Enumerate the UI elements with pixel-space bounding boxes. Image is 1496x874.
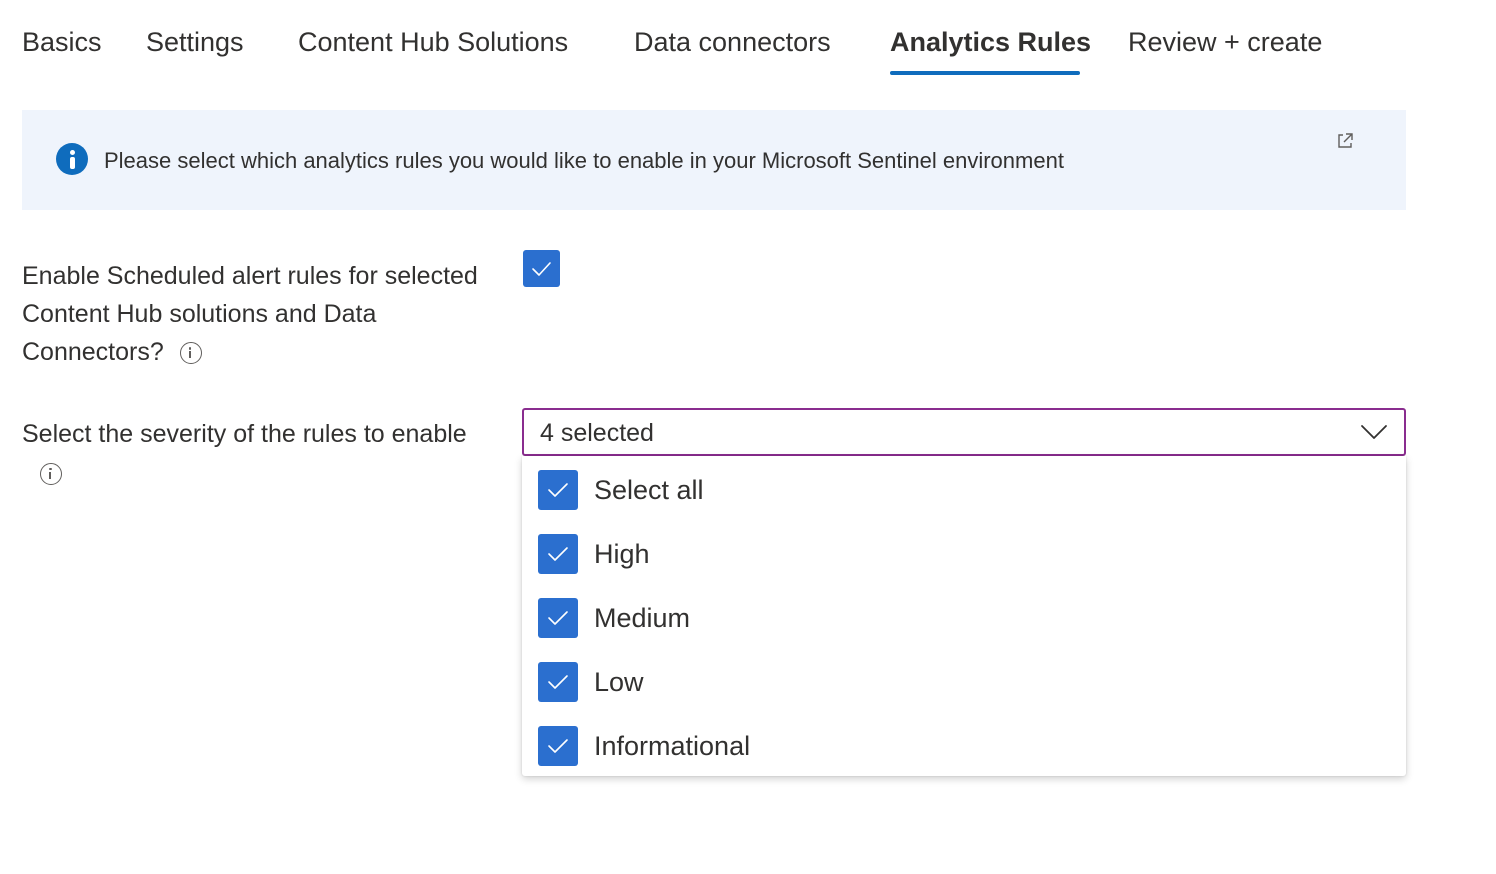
tab-content-hub-solutions[interactable]: Content Hub Solutions <box>298 24 568 60</box>
checkmark-icon <box>548 547 568 561</box>
info-circle-icon[interactable] <box>179 342 202 365</box>
info-icon <box>56 143 88 175</box>
checkmark-icon <box>548 739 568 753</box>
severity-label: Select the severity of the rules to enab… <box>22 420 467 448</box>
severity-dropdown-value: 4 selected <box>540 419 654 447</box>
option-medium[interactable]: Medium <box>522 584 1406 648</box>
info-circle-icon[interactable] <box>40 463 62 485</box>
tab-basics[interactable]: Basics <box>22 24 102 60</box>
chevron-down-icon <box>1361 425 1387 439</box>
tab-settings[interactable]: Settings <box>146 24 244 60</box>
option-low[interactable]: Low <box>522 648 1406 712</box>
option-label: Low <box>594 667 644 697</box>
wizard-tabs: Basics Settings Content Hub Solutions Da… <box>0 0 1496 80</box>
tab-review-create[interactable]: Review + create <box>1128 24 1322 60</box>
checkmark-icon <box>548 675 568 689</box>
enable-rules-checkbox[interactable] <box>523 250 560 287</box>
enable-rules-label: Enable Scheduled alert rules for selecte… <box>22 257 502 371</box>
checkmark-icon <box>548 611 568 625</box>
enable-rules-label-text: Enable Scheduled alert rules for selecte… <box>22 262 478 366</box>
checkmark-icon <box>532 262 551 276</box>
severity-dropdown[interactable]: 4 selected <box>522 408 1406 456</box>
high-checkbox[interactable] <box>538 534 578 574</box>
external-link-icon[interactable] <box>1336 132 1354 150</box>
low-checkbox[interactable] <box>538 662 578 702</box>
option-label: Select all <box>594 475 704 505</box>
select-all-checkbox[interactable] <box>538 470 578 510</box>
active-tab-indicator <box>890 71 1080 75</box>
option-select-all[interactable]: Select all <box>522 456 1406 520</box>
option-high[interactable]: High <box>522 520 1406 584</box>
option-label: Medium <box>594 603 691 633</box>
analytics-rules-page: Basics Settings Content Hub Solutions Da… <box>0 0 1496 874</box>
medium-checkbox[interactable] <box>538 598 578 638</box>
severity-options-list: Select all High Medium Low Informational <box>522 456 1406 776</box>
checkmark-icon <box>548 483 568 497</box>
info-banner: Please select which analytics rules you … <box>22 110 1406 210</box>
option-label: High <box>594 539 650 569</box>
option-informational[interactable]: Informational <box>522 712 1406 776</box>
option-label: Informational <box>594 731 751 761</box>
tab-data-connectors[interactable]: Data connectors <box>634 24 831 60</box>
tab-analytics-rules[interactable]: Analytics Rules <box>890 24 1091 60</box>
informational-checkbox[interactable] <box>538 726 578 766</box>
info-banner-text: Please select which analytics rules you … <box>104 148 1064 173</box>
